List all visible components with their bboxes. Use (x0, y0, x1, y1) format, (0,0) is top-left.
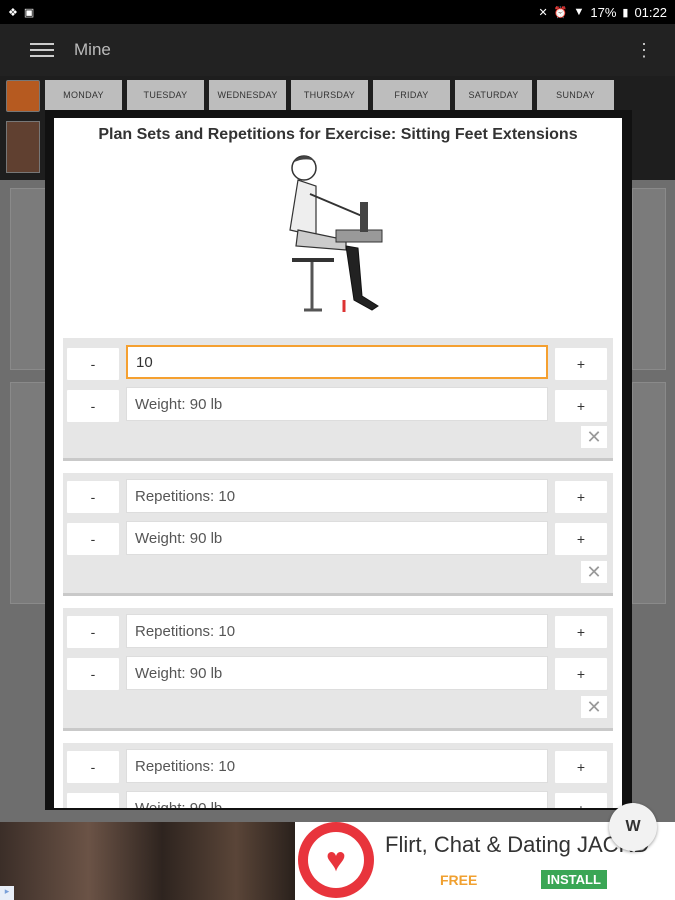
reps-input[interactable] (126, 345, 548, 379)
battery-icon: ▮ (622, 6, 629, 19)
reps-field[interactable]: Repetitions: 10 (126, 614, 548, 648)
exercise-thumbnail-2[interactable] (6, 121, 40, 173)
background-card (632, 382, 666, 604)
delete-set-icon[interactable]: ✕ (581, 426, 607, 448)
alarm-icon: ⏰ (553, 6, 568, 19)
weight-decrement-button[interactable]: - (67, 658, 119, 690)
page-title: Mine (74, 40, 111, 59)
dialog-title: Plan Sets and Repetitions for Exercise: … (98, 126, 578, 143)
ad-install-button[interactable]: INSTALL (541, 870, 607, 889)
tab-friday[interactable]: FRIDAY (373, 80, 450, 110)
reps-decrement-button[interactable]: - (67, 348, 119, 380)
weight-increment-button[interactable]: + (555, 390, 607, 422)
heart-icon: ♥ (298, 822, 374, 898)
ad-free-label: FREE (440, 872, 478, 888)
reps-decrement-button[interactable]: - (67, 751, 119, 783)
background-card (632, 188, 666, 370)
delete-set-icon[interactable]: ✕ (581, 561, 607, 583)
reps-decrement-button[interactable]: - (67, 481, 119, 513)
weight-increment-button[interactable]: + (555, 523, 607, 555)
exercise-thumbnail-1[interactable] (6, 80, 40, 112)
weight-increment-button[interactable]: + (555, 793, 607, 808)
reps-field[interactable]: Repetitions: 10 (126, 749, 548, 783)
weight-decrement-button[interactable]: - (67, 793, 119, 808)
ad-info-icon[interactable]: ▸ (0, 886, 14, 900)
ad-banner[interactable]: ♥ Flirt, Chat & Dating JACKD FREE INSTAL… (0, 822, 675, 900)
reps-increment-button[interactable]: + (555, 348, 607, 380)
weight-decrement-button[interactable]: - (67, 390, 119, 422)
reps-field[interactable]: Repetitions: 10 (126, 479, 548, 513)
floating-action-button[interactable]: W (609, 803, 657, 851)
delete-set-icon[interactable]: ✕ (581, 696, 607, 718)
background-card (10, 188, 50, 370)
weight-decrement-button[interactable]: - (67, 523, 119, 555)
battery-level: 17% (590, 4, 617, 20)
ad-title: Flirt, Chat & Dating JACKD (385, 832, 650, 857)
exercise-illustration (289, 155, 383, 312)
weight-field[interactable]: Weight: 90 lb (126, 387, 548, 421)
hamburger-icon[interactable] (30, 39, 54, 61)
app-toolbar: Mine ⋮ (0, 24, 675, 76)
reps-decrement-button[interactable]: - (67, 616, 119, 648)
tab-wednesday[interactable]: WEDNESDAY (209, 80, 286, 110)
reps-increment-button[interactable]: + (555, 751, 607, 783)
set-card: - Repetitions: 10 + - Weight: 90 lb + ✕ (63, 608, 613, 731)
weight-increment-button[interactable]: + (555, 658, 607, 690)
tab-tuesday[interactable]: TUESDAY (127, 80, 204, 110)
set-card: - Repetitions: 10 + - Weight: 90 lb + ✕ (63, 473, 613, 596)
set-card: - Repetitions: 10 + - Weight: 90 lb + (63, 743, 613, 808)
tab-thursday[interactable]: THURSDAY (291, 80, 368, 110)
wifi-icon: ▼ (573, 6, 585, 18)
reps-increment-button[interactable]: + (555, 481, 607, 513)
ad-photo (0, 822, 295, 900)
reps-increment-button[interactable]: + (555, 616, 607, 648)
mute-icon: ✕ (538, 6, 548, 19)
background-card (10, 382, 50, 604)
tab-sunday[interactable]: SUNDAY (537, 80, 614, 110)
tab-saturday[interactable]: SATURDAY (455, 80, 532, 110)
tab-monday[interactable]: MONDAY (45, 80, 122, 110)
status-bar: ❖ ▣ ✕ ⏰ ▼ 17% ▮ 01:22 (0, 0, 675, 24)
clock: 01:22 (634, 4, 667, 20)
notification-icon: ▣ (23, 6, 35, 19)
more-vert-icon[interactable]: ⋮ (635, 41, 653, 59)
plan-sets-dialog: Plan Sets and Repetitions for Exercise: … (54, 118, 622, 808)
dropbox-icon: ❖ (8, 6, 18, 19)
weight-field[interactable]: Weight: 90 lb (126, 521, 548, 555)
set-card: - + - Weight: 90 lb + ✕ (63, 338, 613, 461)
weight-field[interactable]: Weight: 90 lb (126, 791, 548, 808)
weight-field[interactable]: Weight: 90 lb (126, 656, 548, 690)
